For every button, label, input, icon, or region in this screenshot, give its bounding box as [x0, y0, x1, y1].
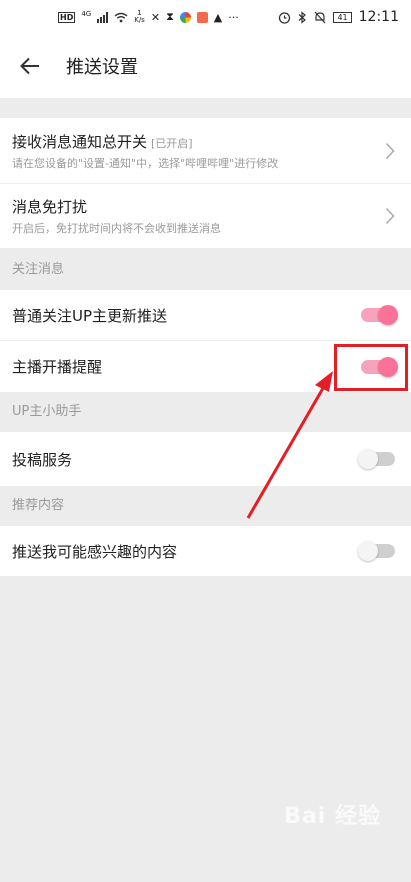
- annotation-arrow-icon: [246, 371, 333, 519]
- watermark: Bai 经验: [284, 804, 381, 829]
